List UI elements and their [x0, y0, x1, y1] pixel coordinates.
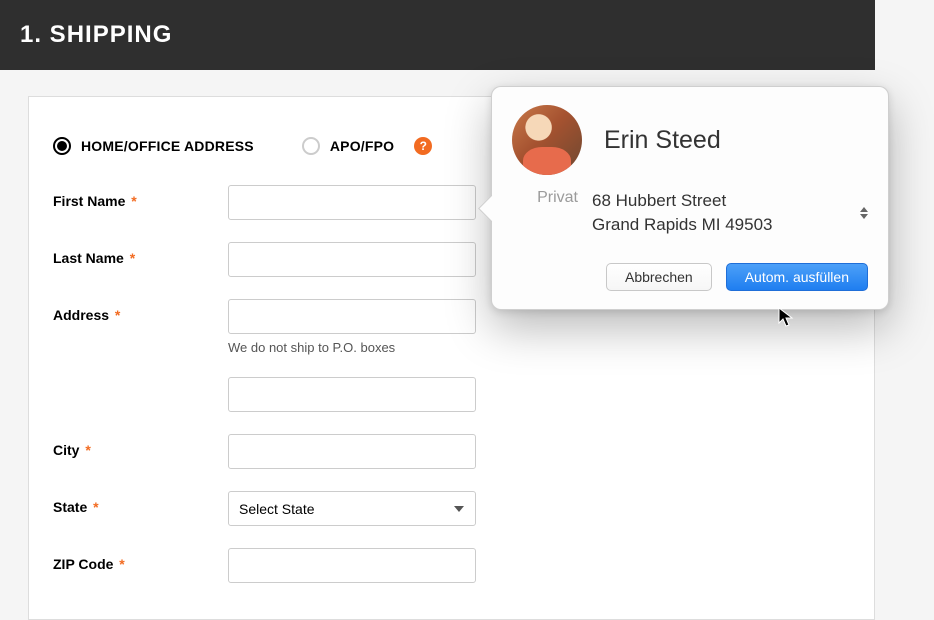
address-line1: 68 Hubbert Street [592, 189, 840, 213]
radio-selected-icon [53, 137, 71, 155]
help-icon[interactable]: ? [414, 137, 432, 155]
chevron-up-icon [860, 207, 868, 212]
autofill-header: Erin Steed [512, 105, 868, 175]
zip-input[interactable] [228, 548, 476, 583]
radio-home-office[interactable]: HOME/OFFICE ADDRESS [53, 137, 254, 155]
row-state: State * Select State [53, 491, 850, 526]
row-zip: ZIP Code * [53, 548, 850, 583]
avatar [512, 105, 582, 175]
last-name-input[interactable] [228, 242, 476, 277]
page-title: 1. SHIPPING [20, 21, 172, 49]
row-city: City * [53, 434, 850, 469]
chevron-down-icon [860, 214, 868, 219]
radio-apo-fpo[interactable]: APO/FPO [302, 137, 394, 155]
radio-home-label: HOME/OFFICE ADDRESS [81, 138, 254, 154]
cancel-button[interactable]: Abbrechen [606, 263, 712, 291]
label-first-name: First Name * [53, 185, 228, 209]
contact-name: Erin Steed [604, 126, 721, 155]
address-input[interactable] [228, 299, 476, 334]
autofill-address-block[interactable]: Privat 68 Hubbert Street Grand Rapids MI… [512, 189, 868, 237]
stepper-icon[interactable] [860, 207, 868, 219]
address-type-label: Privat [522, 189, 578, 207]
address-hint: We do not ship to P.O. boxes [228, 340, 476, 355]
address-lines: 68 Hubbert Street Grand Rapids MI 49503 [592, 189, 840, 237]
row-address: Address * We do not ship to P.O. boxes [53, 299, 850, 412]
radio-apo-label: APO/FPO [330, 138, 394, 154]
radio-unselected-icon [302, 137, 320, 155]
label-zip: ZIP Code * [53, 548, 228, 572]
autofill-popover: Erin Steed Privat 68 Hubbert Street Gran… [491, 86, 889, 310]
state-select[interactable]: Select State [228, 491, 476, 526]
label-city: City * [53, 434, 228, 458]
autofill-buttons: Abbrechen Autom. ausfüllen [512, 263, 868, 291]
first-name-input[interactable] [228, 185, 476, 220]
address-line2: Grand Rapids MI 49503 [592, 213, 840, 237]
label-last-name: Last Name * [53, 242, 228, 266]
city-input[interactable] [228, 434, 476, 469]
label-state: State * [53, 491, 228, 515]
address2-input[interactable] [228, 377, 476, 412]
shipping-header: 1. SHIPPING [0, 0, 875, 70]
label-address: Address * [53, 299, 228, 323]
autofill-button[interactable]: Autom. ausfüllen [726, 263, 868, 291]
